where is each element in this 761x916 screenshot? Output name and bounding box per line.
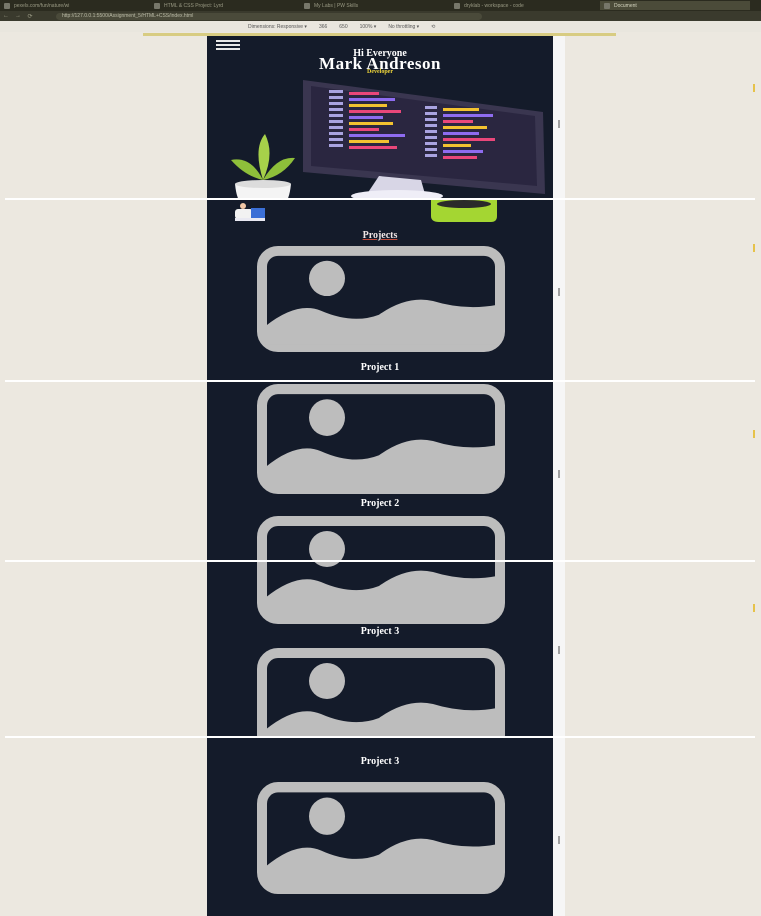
- plant-pot-icon: [231, 134, 295, 198]
- device-toolbar: Dimensions: Responsive ▾ 366 650 100% ▾ …: [0, 21, 761, 32]
- browser-tab-active[interactable]: Document: [600, 1, 750, 10]
- favicon-icon: [4, 2, 10, 9]
- scrollbar[interactable]: [553, 382, 565, 562]
- project-5-image-placeholder-icon: [257, 782, 505, 894]
- scrollbar[interactable]: [553, 738, 565, 916]
- screenshot-strip: Project 3: [5, 736, 755, 916]
- developer-illustration: [231, 80, 545, 198]
- throttle-select[interactable]: No throttling ▾: [388, 24, 419, 30]
- browser-tab[interactable]: pexels.com/fun/nature/wi: [0, 1, 150, 10]
- browser-tab[interactable]: My Labs | PW Skills: [300, 1, 450, 10]
- scrollbar[interactable]: [553, 562, 565, 738]
- favicon-icon: [454, 2, 460, 9]
- project-2-image-placeholder-icon: [257, 384, 505, 494]
- forward-icon[interactable]: →: [12, 13, 24, 19]
- screenshot-strip: Hi Everyone Mark Andreson Developer: [5, 36, 755, 198]
- project-1-title: Project 1: [360, 362, 400, 373]
- phone-viewport: Project 3: [207, 738, 553, 916]
- person-illustration: [235, 203, 265, 221]
- address-bar: ← → ⟳ http://127.0.0.1:5500/Assignment_5…: [0, 11, 761, 21]
- phone-viewport: Project 2: [207, 382, 553, 562]
- project-3-image-placeholder-icon: [257, 516, 505, 562]
- phone-viewport: Projects Project 1: [207, 200, 553, 382]
- hero-role: Developer: [367, 69, 393, 75]
- url-field[interactable]: http://127.0.0.1:5500/Assignment_5/HTML+…: [56, 12, 482, 20]
- back-icon[interactable]: ←: [0, 13, 12, 19]
- project-3-title: Project 3: [360, 626, 400, 637]
- scrollbar[interactable]: [553, 36, 565, 198]
- screenshot-strip: Projects Project 1: [5, 198, 755, 382]
- favicon-icon: [154, 2, 160, 9]
- project-1-image-placeholder-icon: [257, 246, 505, 352]
- reload-icon[interactable]: ⟳: [24, 13, 36, 20]
- favicon-icon: [604, 2, 610, 9]
- project-4-image-placeholder-icon: [257, 648, 505, 738]
- favicon-icon: [304, 2, 310, 9]
- projects-heading: Projects: [362, 230, 398, 241]
- zoom-select[interactable]: 100% ▾: [360, 24, 377, 30]
- browser-tab-bar: pexels.com/fun/nature/wi HTML & CSS Proj…: [0, 0, 761, 11]
- screenshot-strip: Project 3: [5, 560, 755, 738]
- screenshot-strip: Project 2: [5, 380, 755, 562]
- browser-tab[interactable]: dryklab - workspace - code: [450, 1, 600, 10]
- dimensions-select[interactable]: Dimensions: Responsive ▾: [248, 24, 307, 30]
- project-4-title: Project 3: [360, 756, 400, 767]
- height-input[interactable]: 650: [339, 24, 347, 30]
- monitor-icon: [303, 80, 545, 198]
- scrollbar[interactable]: [553, 200, 565, 382]
- width-input[interactable]: 366: [319, 24, 327, 30]
- phone-viewport: Project 3: [207, 562, 553, 738]
- rotate-icon[interactable]: ⟲: [431, 24, 435, 30]
- phone-viewport: Hi Everyone Mark Andreson Developer: [207, 36, 553, 198]
- project-3-image-placeholder-icon: [257, 562, 505, 624]
- browser-tab[interactable]: HTML & CSS Project: Lyrd: [150, 1, 300, 10]
- project-2-title: Project 2: [360, 498, 400, 509]
- coffee-mug-icon: [431, 200, 497, 222]
